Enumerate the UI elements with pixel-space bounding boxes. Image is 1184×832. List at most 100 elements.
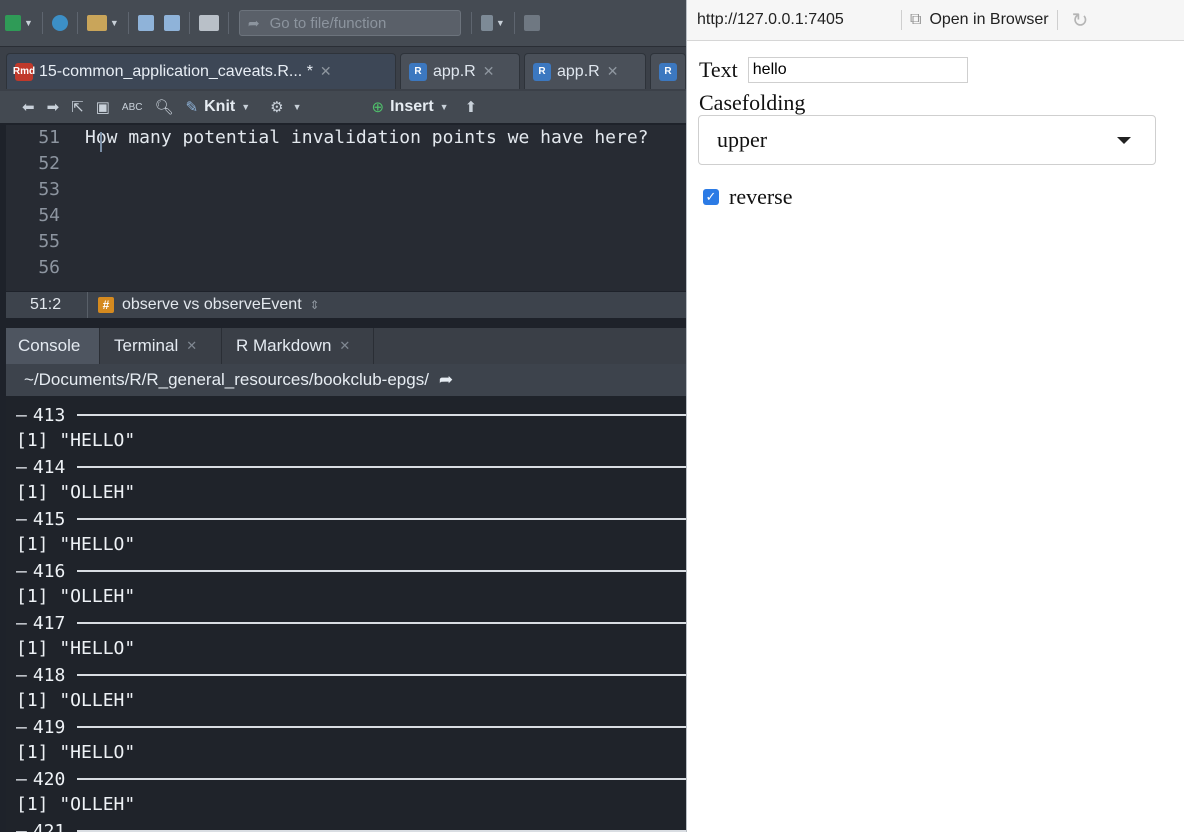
code-editor[interactable]: 51 How many potential invalidation points…: [6, 125, 686, 291]
console-separator: —421: [6, 818, 686, 832]
forward-arrow-icon[interactable]: ➡: [41, 98, 66, 116]
show-in-window-icon[interactable]: ⇱: [65, 98, 90, 116]
addins-icon: [480, 15, 493, 31]
iteration-number: 421: [32, 820, 66, 832]
insert-chunk-icon: ⊕: [371, 99, 385, 116]
close-icon[interactable]: ✕: [339, 338, 350, 354]
up-down-icon[interactable]: ⇕: [310, 298, 320, 312]
line-text: How many potential invalidation points w…: [85, 127, 649, 148]
tab-r-markdown[interactable]: R Markdown ✕: [224, 328, 374, 364]
tab-overflow[interactable]: R: [650, 53, 686, 89]
tab-console[interactable]: Console: [6, 328, 100, 364]
search-icon[interactable]: 🔍︎: [148, 98, 179, 116]
tab-label: 15-common_application_caveats.R... *: [39, 62, 313, 80]
code-line: 51 How many potential invalidation points…: [6, 125, 686, 151]
addins-button[interactable]: ▼: [476, 10, 510, 36]
toolbar-divider: [901, 10, 902, 30]
knit-icon: ✎: [185, 99, 199, 116]
new-project-button[interactable]: [47, 10, 73, 36]
cursor-position: 51:2: [6, 292, 88, 318]
console-output-line: [1] "HELLO": [16, 534, 136, 555]
viewer-url: http://127.0.0.1:7405: [697, 11, 844, 28]
toolbar-divider: [513, 12, 515, 34]
iteration-number: 418: [32, 664, 66, 686]
section-hash-icon: #: [98, 297, 114, 313]
console-separator: —420: [6, 766, 686, 792]
reverse-checkbox[interactable]: ✓: [703, 189, 719, 205]
goto-file-input[interactable]: ➦ Go to file/function: [238, 10, 461, 36]
iteration-number: 414: [32, 456, 66, 478]
refresh-icon[interactable]: ↻: [1072, 8, 1089, 33]
tab-rmd-file[interactable]: Rmd 15-common_application_caveats.R... *…: [6, 53, 396, 89]
console-output-line: [1] "HELLO": [16, 638, 136, 659]
line-number: 52: [38, 153, 60, 174]
text-label: Text: [699, 57, 738, 82]
chevron-down-icon[interactable]: ▼: [241, 102, 250, 112]
tab-label: Terminal: [114, 336, 179, 355]
code-line: 53: [6, 177, 686, 203]
console-output-line: [1] "HELLO": [16, 430, 136, 451]
reverse-checkbox-group[interactable]: ✓ reverse: [703, 184, 793, 210]
section-navigator[interactable]: observe vs observeEvent: [122, 296, 302, 314]
viewer-window: http://127.0.0.1:7405 ⧉ Open in Browser …: [686, 0, 1184, 832]
chevron-down-icon[interactable]: ▼: [440, 102, 449, 112]
tab-terminal[interactable]: Terminal ✕: [102, 328, 222, 364]
console-separator: —413: [6, 402, 686, 428]
text-cursor: [100, 132, 102, 152]
new-file-button[interactable]: ▼: [0, 10, 38, 36]
casefolding-select[interactable]: upper: [698, 115, 1156, 165]
console-output-line: [1] "OLLEH": [16, 482, 136, 503]
goto-placeholder: Go to file/function: [269, 14, 387, 32]
shiny-app: Text Casefolding upper ✓ reverse: [698, 56, 1156, 209]
console-separator: —414: [6, 454, 686, 480]
folder-icon: [86, 15, 107, 31]
save-button[interactable]: [133, 10, 159, 36]
tab-label: Console: [18, 336, 81, 355]
save-icon: [137, 15, 154, 31]
reverse-label: reverse: [729, 184, 793, 209]
new-file-icon: [5, 15, 21, 31]
print-button[interactable]: [194, 10, 224, 36]
casefolding-selected-value: upper: [717, 127, 768, 152]
spellcheck-icon[interactable]: ABC: [116, 102, 149, 113]
text-input[interactable]: [747, 57, 968, 83]
save-icon[interactable]: ▣: [90, 98, 116, 116]
close-icon[interactable]: ✕: [607, 63, 619, 80]
toolbar-divider: [41, 12, 43, 34]
back-arrow-icon[interactable]: ⬅: [0, 98, 41, 116]
close-icon[interactable]: ✕: [483, 63, 495, 80]
console-output-line: [1] "OLLEH": [16, 690, 136, 711]
iteration-number: 417: [32, 612, 66, 634]
toolbar-divider: [470, 12, 472, 34]
toolbar-divider: [1056, 10, 1058, 30]
new-project-icon: [51, 15, 68, 31]
console-separator: —417: [6, 610, 686, 636]
iteration-number: 415: [32, 508, 66, 530]
tab-app-r-1[interactable]: R app.R ✕: [400, 53, 520, 89]
save-all-button[interactable]: [159, 10, 185, 36]
open-file-button[interactable]: ▼: [82, 10, 124, 36]
goto-arrow-icon: ➦: [247, 14, 260, 31]
tab-app-r-2[interactable]: R app.R ✕: [524, 53, 646, 89]
gear-icon[interactable]: ⚙: [264, 98, 289, 116]
close-icon[interactable]: ✕: [320, 63, 332, 80]
console-separator: —415: [6, 506, 686, 532]
console-separator: —418: [6, 662, 686, 688]
knit-button[interactable]: Knit: [204, 98, 235, 116]
layout-button[interactable]: [519, 10, 545, 36]
insert-button[interactable]: Insert: [390, 98, 434, 116]
close-icon[interactable]: ✕: [186, 338, 197, 354]
open-in-browser-label: Open in Browser: [929, 11, 1049, 28]
chevron-down-icon[interactable]: ▼: [293, 102, 302, 112]
open-browser-icon: ⧉: [910, 11, 922, 28]
console-output[interactable]: —413 [1] "HELLO" —414 [1] "OLLEH" —415 […: [6, 396, 686, 832]
line-number: 53: [38, 179, 60, 200]
save-all-icon: [163, 15, 180, 31]
iteration-number: 419: [32, 716, 66, 738]
up-arrow-icon[interactable]: ⬆: [459, 98, 484, 116]
open-in-browser-button[interactable]: ⧉ Open in Browser: [910, 11, 1049, 29]
go-to-directory-icon[interactable]: ➦: [439, 370, 453, 390]
line-number: 55: [38, 231, 60, 252]
tab-label: app.R: [557, 62, 600, 80]
print-icon: [198, 15, 219, 31]
